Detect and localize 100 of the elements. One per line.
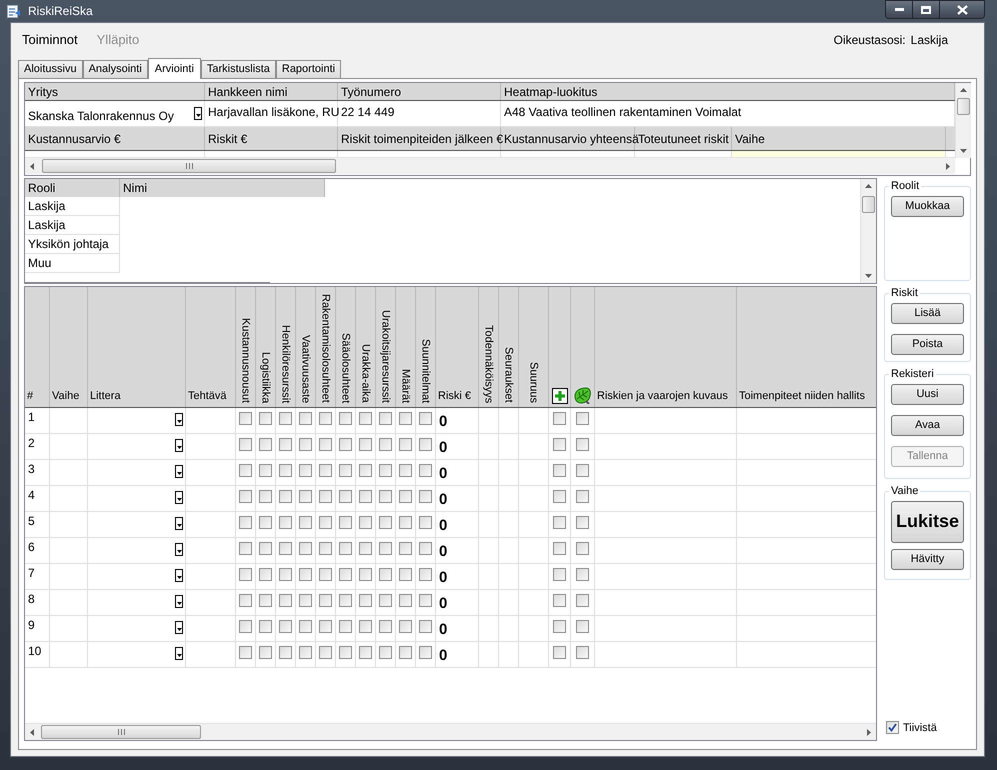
checkbox[interactable] <box>419 516 432 529</box>
dropdown-button[interactable] <box>175 621 183 634</box>
checkbox[interactable] <box>259 490 272 503</box>
tab[interactable]: Arviointi <box>148 58 201 79</box>
checkbox[interactable] <box>553 568 566 581</box>
checkbox[interactable] <box>576 490 589 503</box>
leaf-icon[interactable] <box>573 387 592 404</box>
button[interactable]: Hävitty <box>891 548 964 570</box>
checkbox[interactable] <box>339 464 352 477</box>
checkbox[interactable] <box>279 620 292 633</box>
tab[interactable]: Analysointi <box>82 60 148 78</box>
checkbox[interactable] <box>299 464 312 477</box>
checkbox[interactable] <box>319 568 332 581</box>
checkbox[interactable] <box>279 464 292 477</box>
checkbox[interactable] <box>576 516 589 529</box>
dropdown-button[interactable] <box>175 439 183 452</box>
checkbox[interactable] <box>259 568 272 581</box>
button[interactable]: Poista <box>891 334 964 354</box>
checkbox[interactable] <box>279 646 292 659</box>
checkbox[interactable] <box>419 438 432 451</box>
scroll-down-icon[interactable] <box>865 274 872 278</box>
checkbox[interactable] <box>339 568 352 581</box>
checkbox[interactable] <box>419 542 432 555</box>
checkbox[interactable] <box>553 542 566 555</box>
checkbox[interactable] <box>359 542 372 555</box>
checkbox[interactable] <box>419 646 432 659</box>
checkbox[interactable] <box>576 412 589 425</box>
checkbox[interactable] <box>379 620 392 633</box>
checkbox[interactable] <box>239 412 252 425</box>
checkbox[interactable] <box>399 464 412 477</box>
checkbox[interactable] <box>553 438 566 451</box>
checkbox[interactable] <box>259 438 272 451</box>
button[interactable]: Uusi <box>891 384 964 404</box>
checkbox[interactable] <box>259 516 272 529</box>
dropdown-button[interactable] <box>175 543 183 556</box>
scrollbar-thumb[interactable] <box>41 725 201 739</box>
maximize-button[interactable] <box>913 1 940 18</box>
checkbox[interactable] <box>553 490 566 503</box>
button[interactable]: Muokkaa <box>891 196 964 216</box>
checkbox[interactable] <box>379 490 392 503</box>
checkbox[interactable] <box>239 542 252 555</box>
checkbox[interactable] <box>379 594 392 607</box>
checkbox[interactable] <box>576 594 589 607</box>
vertical-scrollbar[interactable] <box>955 83 971 158</box>
dropdown-button[interactable] <box>175 491 183 504</box>
vertical-scrollbar[interactable] <box>860 179 876 283</box>
checkbox[interactable] <box>379 438 392 451</box>
checkbox[interactable] <box>299 620 312 633</box>
checkbox[interactable] <box>279 412 292 425</box>
checkbox[interactable] <box>319 438 332 451</box>
checkbox[interactable] <box>379 464 392 477</box>
checkbox[interactable] <box>299 594 312 607</box>
checkbox[interactable] <box>339 412 352 425</box>
checkbox[interactable] <box>419 464 432 477</box>
checkbox[interactable] <box>359 464 372 477</box>
checkbox[interactable] <box>359 516 372 529</box>
checkbox[interactable] <box>319 646 332 659</box>
checkbox[interactable] <box>419 568 432 581</box>
checkbox[interactable] <box>239 464 252 477</box>
checkbox[interactable] <box>319 412 332 425</box>
checkbox[interactable] <box>239 438 252 451</box>
checkbox[interactable] <box>299 516 312 529</box>
checkbox[interactable] <box>339 646 352 659</box>
checkbox[interactable] <box>553 516 566 529</box>
checkbox[interactable] <box>259 542 272 555</box>
checkbox[interactable] <box>576 464 589 477</box>
checkbox[interactable] <box>299 568 312 581</box>
checkbox[interactable] <box>319 516 332 529</box>
checkbox[interactable] <box>576 620 589 633</box>
tab[interactable]: Tarkistuslista <box>200 60 276 78</box>
checkbox[interactable] <box>299 490 312 503</box>
button[interactable]: Avaa <box>891 414 964 436</box>
tab[interactable]: Raportointi <box>276 60 342 78</box>
checkbox[interactable] <box>299 646 312 659</box>
checkbox[interactable] <box>259 412 272 425</box>
checkbox[interactable] <box>419 594 432 607</box>
dropdown-button[interactable] <box>175 413 183 426</box>
checkbox[interactable] <box>553 620 566 633</box>
scrollbar-thumb[interactable] <box>862 196 875 213</box>
scroll-down-icon[interactable] <box>960 149 967 153</box>
checkbox[interactable] <box>299 412 312 425</box>
checkbox[interactable] <box>359 594 372 607</box>
checkbox[interactable] <box>339 490 352 503</box>
scroll-left-icon[interactable] <box>30 163 35 170</box>
checkbox[interactable] <box>553 464 566 477</box>
dropdown-button[interactable] <box>175 569 183 582</box>
checkbox[interactable] <box>319 594 332 607</box>
checkbox[interactable] <box>379 412 392 425</box>
checkbox[interactable] <box>576 646 589 659</box>
checkbox[interactable] <box>339 438 352 451</box>
checkbox[interactable] <box>379 568 392 581</box>
checkbox[interactable] <box>553 646 566 659</box>
checkbox[interactable] <box>339 516 352 529</box>
add-icon[interactable] <box>552 388 568 404</box>
checkbox[interactable] <box>259 646 272 659</box>
scroll-up-icon[interactable] <box>960 88 967 92</box>
close-button[interactable] <box>940 1 984 18</box>
scrollbar-thumb[interactable] <box>957 98 970 115</box>
checkbox[interactable] <box>399 490 412 503</box>
checkbox[interactable] <box>319 620 332 633</box>
